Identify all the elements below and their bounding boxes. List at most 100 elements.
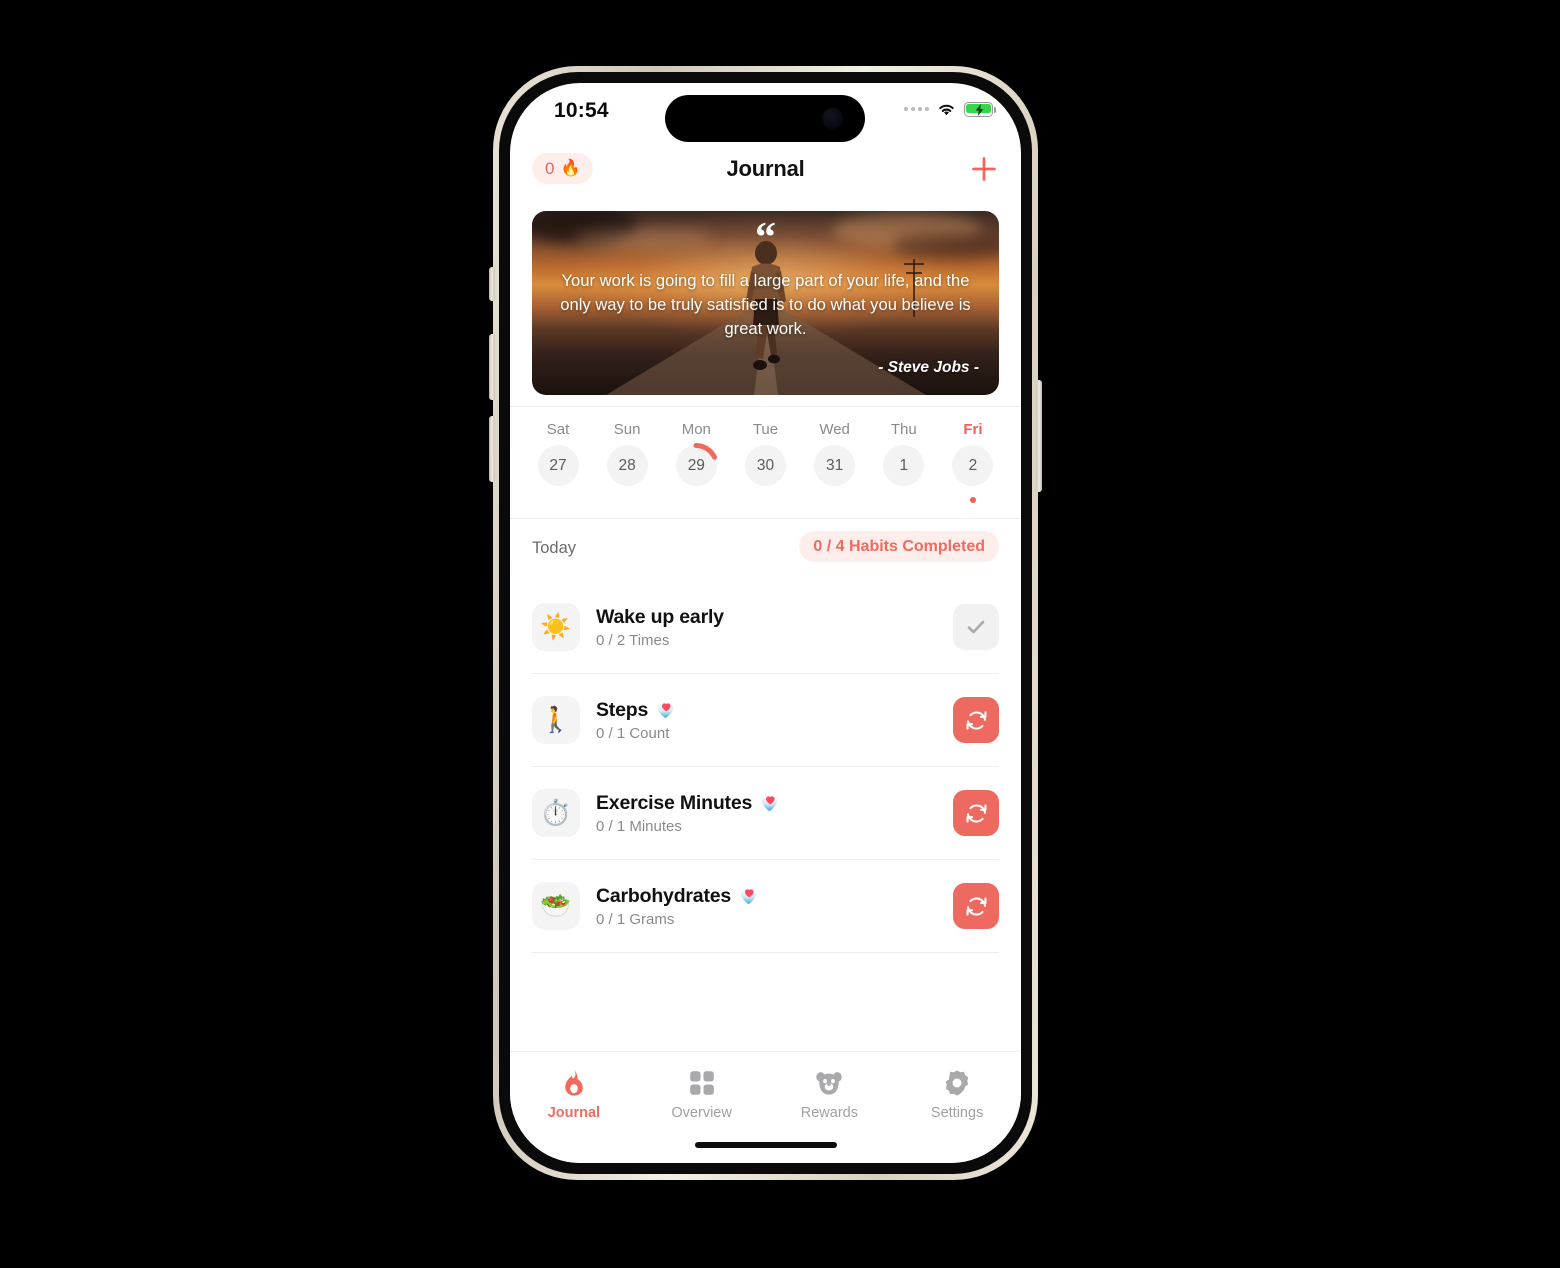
battery-charging-icon [964, 101, 997, 117]
add-habit-button[interactable] [967, 152, 1001, 186]
week-day-circle: 28 [606, 445, 648, 486]
status-bar: 10:54 [510, 83, 1021, 145]
refresh-sync-icon [966, 803, 986, 823]
power-button[interactable] [1036, 380, 1042, 492]
habit-row[interactable]: ☀️ Wake up early 0 / 2 Times [532, 581, 999, 674]
tab-journal[interactable]: Journal [510, 1068, 638, 1121]
daily-quote-card[interactable]: “ Your work is going to fill a large par… [532, 211, 999, 395]
week-day-number: 31 [826, 456, 844, 474]
habit-text-group: Steps 0 / 1 Count [596, 699, 953, 742]
habit-title: Wake up early [596, 605, 724, 628]
tab-overview[interactable]: Overview [638, 1068, 766, 1121]
salad-emoji: 🥗 [532, 882, 580, 930]
habit-text-group: Exercise Minutes 0 / 1 Minutes [596, 792, 953, 835]
week-day-fri[interactable]: Fri 2 [947, 421, 999, 503]
quote-text: Your work is going to fill a large part … [560, 271, 971, 339]
apple-health-icon [657, 702, 674, 718]
week-day-name: Wed [819, 421, 850, 438]
tab-rewards[interactable]: Rewards [766, 1068, 894, 1121]
week-day-name: Fri [963, 421, 983, 438]
week-day-sat[interactable]: Sat 27 [532, 421, 584, 486]
habit-sync-button[interactable] [953, 790, 999, 836]
week-day-number: 30 [756, 456, 775, 474]
home-indicator[interactable] [694, 1142, 837, 1148]
habit-title-line: Exercise Minutes [596, 792, 953, 815]
flame-icon [559, 1068, 589, 1098]
refresh-sync-icon [966, 710, 986, 730]
tab-label: Overview [671, 1105, 732, 1121]
habit-progress-text: 0 / 1 Minutes [596, 817, 682, 835]
habit-sync-button[interactable] [953, 697, 999, 743]
habit-list: ☀️ Wake up early 0 / 2 Times 🚶 Steps 0 / 1 Co… [510, 581, 1021, 953]
week-day-name: Thu [890, 421, 917, 438]
wifi-icon [939, 104, 954, 116]
apple-health-icon [740, 888, 757, 904]
week-day-number: 27 [549, 456, 567, 474]
status-indicators [904, 101, 997, 117]
week-day-circle: 1 [883, 445, 925, 486]
habit-row[interactable]: 🚶 Steps 0 / 1 Count [532, 674, 999, 767]
week-day-circle: 31 [814, 445, 856, 486]
today-header: Today 0 / 4 Habits Completed [510, 519, 1021, 581]
quote-mark-icon: “ [755, 215, 776, 261]
dynamic-island [665, 95, 865, 142]
gear-icon [942, 1068, 972, 1098]
cellular-dots-icon [904, 107, 929, 111]
week-day-circle: 27 [537, 445, 579, 486]
week-day-name: Mon [681, 421, 711, 438]
silent-switch-button[interactable] [489, 267, 495, 301]
week-calendar-strip: Sat 27 Sun 28 Mon 29 Tue 30 Wed 31 Thu 1 Fri 2 [510, 406, 1021, 519]
front-camera-icon [822, 108, 843, 129]
habits-completed-badge: 0 / 4 Habits Completed [799, 531, 999, 562]
quote-author: - Steve Jobs - [878, 359, 979, 376]
tab-label: Journal [547, 1105, 601, 1121]
tab-label: Settings [930, 1105, 984, 1121]
habit-sync-button[interactable] [953, 883, 999, 929]
day-activity-dot [969, 497, 976, 503]
habit-row[interactable]: 🥗 Carbohydrates 0 / 1 Grams [532, 860, 999, 953]
phone-screen: 10:54 0 🔥 Journal “ Your work is going t… [510, 83, 1021, 1163]
week-day-name: Sat [546, 421, 570, 438]
day-progress-arc [673, 442, 720, 489]
week-day-number: 1 [899, 456, 909, 474]
tab-label: Rewards [800, 1105, 858, 1121]
week-day-circle: 29 [673, 442, 720, 489]
habit-title: Carbohydrates [596, 884, 732, 907]
habit-progress-text: 0 / 1 Count [596, 724, 670, 742]
week-day-number: 28 [618, 456, 636, 474]
habit-row[interactable]: ⏱️ Exercise Minutes 0 / 1 Minutes [532, 767, 999, 860]
grid-squares-icon [687, 1068, 717, 1098]
bear-face-icon [814, 1068, 844, 1098]
habit-progress-text: 0 / 2 Times [596, 631, 670, 649]
refresh-sync-icon [966, 896, 986, 916]
week-day-circle: 30 [744, 445, 786, 486]
volume-up-button[interactable] [489, 334, 495, 400]
week-day-name: Sun [613, 421, 641, 438]
habit-complete-button[interactable] [953, 604, 999, 650]
week-day-name: Tue [752, 421, 779, 438]
volume-down-button[interactable] [489, 416, 495, 482]
week-day-thu[interactable]: Thu 1 [878, 421, 930, 486]
habit-title-line: Steps [596, 699, 953, 722]
navigation-bar: 0 🔥 Journal [510, 145, 1021, 203]
habit-title: Exercise Minutes [596, 791, 753, 814]
week-day-mon[interactable]: Mon 29 [670, 421, 722, 489]
habit-text-group: Wake up early 0 / 2 Times [596, 606, 953, 649]
week-day-circle: 2 [952, 445, 994, 486]
week-day-wed[interactable]: Wed 31 [809, 421, 861, 486]
phone-device: 10:54 0 🔥 Journal “ Your work is going t… [489, 62, 1042, 1184]
status-time: 10:54 [554, 99, 609, 122]
checkmark-icon [967, 620, 985, 634]
week-day-tue[interactable]: Tue 30 [739, 421, 791, 486]
tab-settings[interactable]: Settings [893, 1068, 1021, 1121]
habit-progress-text: 0 / 1 Grams [596, 910, 675, 928]
sun-emoji: ☀️ [532, 603, 580, 651]
habit-text-group: Carbohydrates 0 / 1 Grams [596, 885, 953, 928]
apple-health-icon [761, 795, 778, 811]
walking-person-emoji: 🚶 [532, 696, 580, 744]
habit-title-line: Wake up early [596, 606, 953, 629]
week-day-sun[interactable]: Sun 28 [601, 421, 653, 486]
habit-title: Steps [596, 698, 649, 721]
week-day-number: 2 [968, 456, 978, 474]
habit-title-line: Carbohydrates [596, 885, 953, 908]
